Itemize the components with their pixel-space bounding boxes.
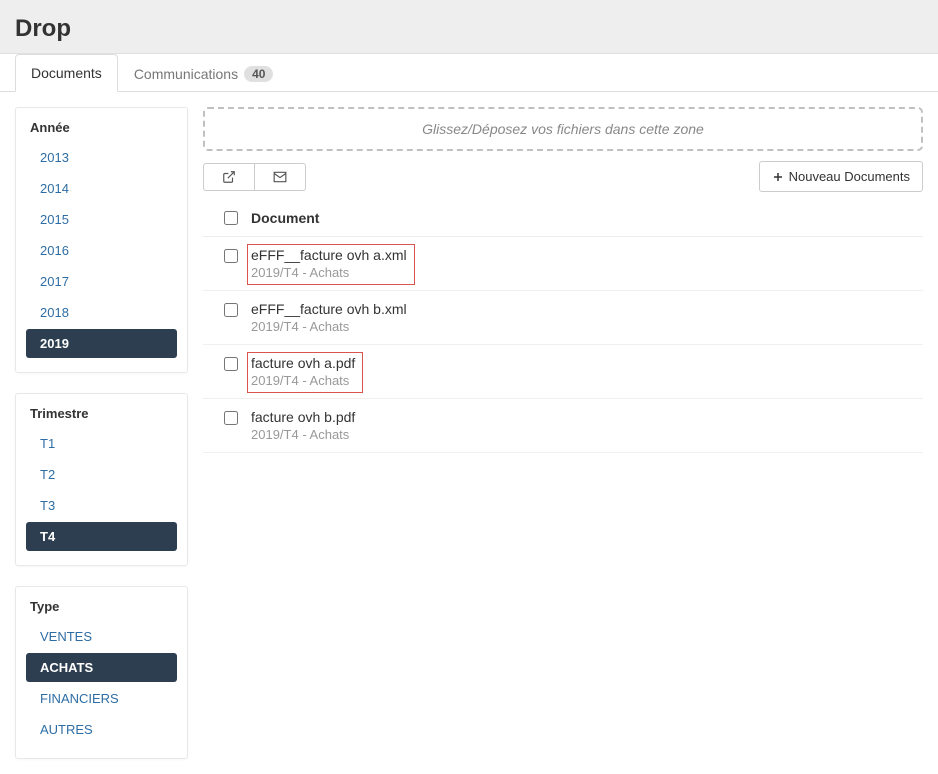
toolbar: Nouveau Documents	[203, 161, 923, 192]
new-document-label: Nouveau Documents	[789, 169, 910, 184]
dropzone[interactable]: Glissez/Déposez vos fichiers dans cette …	[203, 107, 923, 151]
document-cell: facture ovh b.pdf 2019/T4 - Achats	[251, 409, 915, 442]
tabs-bar: Documents Communications 40	[0, 54, 938, 92]
row-checkbox[interactable]	[224, 357, 238, 371]
select-all-checkbox[interactable]	[224, 211, 238, 225]
row-checkbox[interactable]	[224, 249, 238, 263]
sidebar-item-annee-2017[interactable]: 2017	[26, 267, 177, 296]
document-subtext: 2019/T4 - Achats	[251, 265, 407, 280]
panel-type: Type VENTESACHATSFINANCIERSAUTRES	[15, 586, 188, 759]
page-title: Drop	[15, 15, 923, 43]
new-document-button[interactable]: Nouveau Documents	[759, 161, 923, 192]
sidebar-item-type-financiers[interactable]: FINANCIERS	[26, 684, 177, 713]
document-cell: eFFF__facture ovh b.xml 2019/T4 - Achats	[251, 301, 915, 334]
sidebar-item-annee-2013[interactable]: 2013	[26, 143, 177, 172]
envelope-icon	[273, 170, 287, 184]
panel-trimestre: Trimestre T1T2T3T4	[15, 393, 188, 566]
document-subtext: 2019/T4 - Achats	[251, 373, 355, 388]
dropzone-text: Glissez/Déposez vos fichiers dans cette …	[422, 121, 704, 137]
table-row[interactable]: facture ovh b.pdf 2019/T4 - Achats	[203, 399, 923, 453]
tab-badge: 40	[244, 66, 273, 82]
table-row[interactable]: facture ovh a.pdf 2019/T4 - Achats	[203, 345, 923, 399]
panel-title-type: Type	[16, 599, 187, 620]
sidebar-item-annee-2018[interactable]: 2018	[26, 298, 177, 327]
sidebar-item-trimestre-t4[interactable]: T4	[26, 522, 177, 551]
sidebar-item-annee-2014[interactable]: 2014	[26, 174, 177, 203]
panel-annee: Année 2013201420152016201720182019	[15, 107, 188, 373]
external-link-button[interactable]	[203, 163, 255, 191]
sidebar: Année 2013201420152016201720182019 Trime…	[15, 107, 188, 759]
document-subtext: 2019/T4 - Achats	[251, 427, 355, 442]
sidebar-item-trimestre-t2[interactable]: T2	[26, 460, 177, 489]
sidebar-item-type-autres[interactable]: AUTRES	[26, 715, 177, 744]
column-header-document: Document	[251, 210, 319, 226]
row-checkbox[interactable]	[224, 303, 238, 317]
page-header: Drop	[0, 0, 938, 54]
document-cell: facture ovh a.pdf 2019/T4 - Achats	[251, 355, 915, 388]
mail-button[interactable]	[255, 163, 306, 191]
sidebar-item-type-achats[interactable]: ACHATS	[26, 653, 177, 682]
document-name: eFFF__facture ovh a.xml	[251, 247, 407, 263]
row-checkbox[interactable]	[224, 411, 238, 425]
tab-documents[interactable]: Documents	[15, 54, 118, 92]
sidebar-item-trimestre-t3[interactable]: T3	[26, 491, 177, 520]
document-name: eFFF__facture ovh b.xml	[251, 301, 407, 317]
toolbar-action-group	[203, 163, 306, 191]
tab-label: Communications	[134, 66, 238, 82]
sidebar-item-annee-2019[interactable]: 2019	[26, 329, 177, 358]
table-header: Document	[203, 200, 923, 237]
panel-title-annee: Année	[16, 120, 187, 141]
tab-label: Documents	[31, 65, 102, 81]
table-row[interactable]: eFFF__facture ovh b.xml 2019/T4 - Achats	[203, 291, 923, 345]
main-area: Glissez/Déposez vos fichiers dans cette …	[203, 107, 923, 453]
sidebar-item-trimestre-t1[interactable]: T1	[26, 429, 177, 458]
external-link-icon	[222, 170, 236, 184]
panel-title-trimestre: Trimestre	[16, 406, 187, 427]
sidebar-item-annee-2015[interactable]: 2015	[26, 205, 177, 234]
document-name: facture ovh a.pdf	[251, 355, 355, 371]
document-cell: eFFF__facture ovh a.xml 2019/T4 - Achats	[251, 247, 915, 280]
document-name: facture ovh b.pdf	[251, 409, 355, 425]
document-table: Document eFFF__facture ovh a.xml 2019/T4 …	[203, 200, 923, 453]
sidebar-item-annee-2016[interactable]: 2016	[26, 236, 177, 265]
tab-communications[interactable]: Communications 40	[118, 54, 290, 92]
plus-icon	[772, 171, 784, 183]
document-subtext: 2019/T4 - Achats	[251, 319, 407, 334]
table-row[interactable]: eFFF__facture ovh a.xml 2019/T4 - Achats	[203, 237, 923, 291]
sidebar-item-type-ventes[interactable]: VENTES	[26, 622, 177, 651]
